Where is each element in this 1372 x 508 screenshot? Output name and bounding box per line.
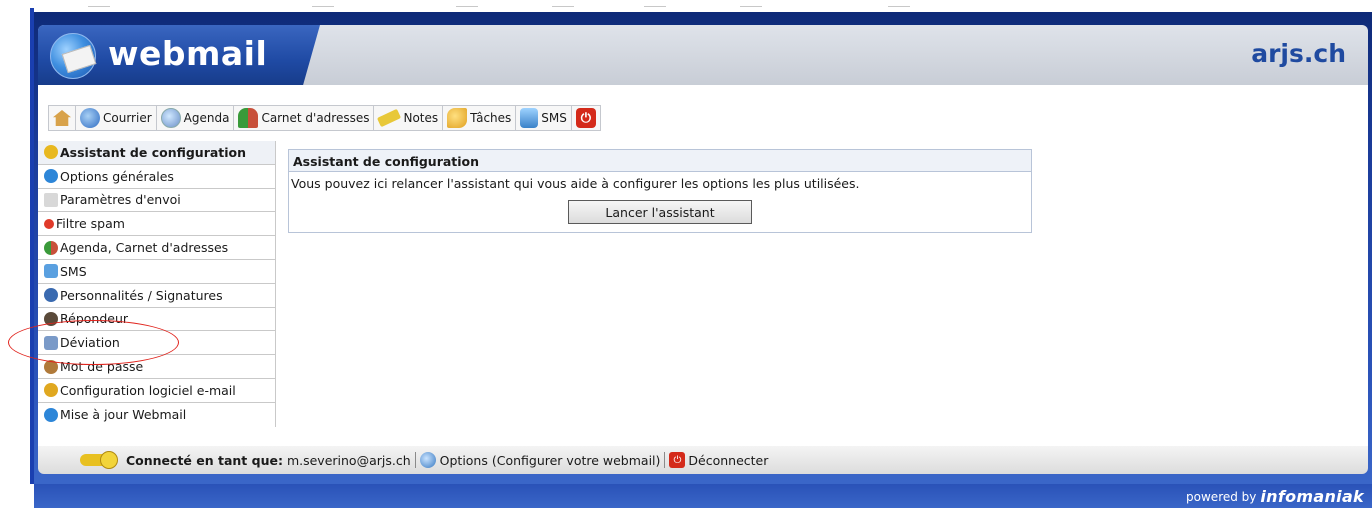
separator: [664, 452, 666, 468]
logout-link[interactable]: Déconnecter: [688, 453, 768, 468]
sms-icon: [44, 264, 58, 279]
sidebar-item-label: SMS: [60, 263, 87, 279]
brand-name: arjs.ch: [1251, 39, 1346, 68]
power-icon: ⏻: [669, 452, 686, 468]
home-icon: [53, 110, 71, 126]
sidebar-item-label: Personnalités / Signatures: [60, 287, 223, 303]
strip-mark: [88, 6, 110, 7]
separator: [414, 452, 416, 468]
sidebar-item-spam[interactable]: Filtre spam: [38, 212, 276, 237]
logo[interactable]: webmail: [38, 25, 320, 85]
strip-mark: [552, 6, 574, 7]
assistant-panel: Assistant de configuration Vous pouvez i…: [288, 149, 1032, 233]
options-icon: [44, 169, 58, 184]
contacts-icon: [238, 108, 259, 128]
toolbar-sms-label: SMS: [541, 111, 567, 125]
strip-mark: [644, 6, 666, 7]
panel-title: Assistant de configuration: [289, 150, 1031, 172]
settings-sidebar: Assistant de configuration Options génér…: [38, 141, 276, 446]
toolbar-row: Courrier Agenda Carnet d'adresses Notes …: [48, 105, 601, 131]
sidebar-item-label: Options générales: [60, 168, 174, 184]
toolbar-agenda-button[interactable]: Agenda: [155, 105, 234, 131]
sidebar-item-assistant[interactable]: Assistant de configuration: [38, 141, 276, 165]
strip-mark: [312, 6, 334, 7]
toolbar: Courrier Agenda Carnet d'adresses Notes …: [38, 85, 1368, 141]
toolbar-tasks-label: Tâches: [470, 111, 512, 125]
email-client-icon: [44, 383, 58, 398]
screen-top-strip: [0, 0, 1372, 12]
toolbar-contacts-label: Carnet d'adresses: [261, 111, 370, 125]
sidebar-item-sms[interactable]: SMS: [38, 259, 276, 284]
wizard-icon: [44, 145, 58, 160]
launch-assistant-button[interactable]: Lancer l'assistant: [568, 200, 752, 224]
spam-icon: [44, 218, 54, 229]
sidebar-item-label: Mise à jour Webmail: [60, 407, 187, 423]
sidebar-item-label: Filtre spam: [56, 216, 125, 232]
footer: powered by infomaniak: [34, 484, 1372, 508]
sidebar-item-label: Paramètres d'envoi: [60, 192, 181, 208]
send-icon: [44, 192, 58, 207]
update-icon: [44, 407, 58, 422]
sidebar-item-options[interactable]: Options générales: [38, 164, 276, 189]
sidebar-item-label: Configuration logiciel e-mail: [60, 382, 236, 398]
toolbar-agenda-label: Agenda: [183, 111, 230, 125]
tasks-icon: [447, 108, 468, 128]
toolbar-home-button[interactable]: [48, 105, 75, 131]
header: webmail arjs.ch: [38, 25, 1368, 85]
power-icon: [575, 108, 596, 128]
options-link[interactable]: Options (Configurer votre webmail): [440, 453, 661, 468]
toolbar-courrier-button[interactable]: Courrier: [75, 105, 156, 131]
provider-logo: infomaniak: [1260, 487, 1364, 506]
sms-icon: [520, 108, 539, 128]
toolbar-contacts-button[interactable]: Carnet d'adresses: [233, 105, 374, 131]
options-icon: [419, 452, 436, 468]
sidebar-item-update[interactable]: Mise à jour Webmail: [38, 402, 276, 427]
sidebar-item-agenda-contacts[interactable]: Agenda, Carnet d'adresses: [38, 236, 276, 260]
powered-by[interactable]: powered by infomaniak: [1186, 487, 1364, 506]
toolbar-notes-label: Notes: [403, 111, 439, 125]
notes-icon: [377, 108, 402, 128]
signature-icon: [44, 288, 58, 303]
powered-by-label: powered by: [1186, 489, 1257, 504]
toolbar-notes-button[interactable]: Notes: [373, 105, 443, 131]
status-bar: Connecté en tant que: m.severino@arjs.ch…: [38, 446, 1368, 474]
toolbar-sms-button[interactable]: SMS: [515, 105, 571, 131]
main-content: Assistant de configuration Vous pouvez i…: [276, 141, 1368, 446]
highlight-annotation: [8, 320, 179, 365]
panel-description: Vous pouvez ici relancer l'assistant qui…: [291, 176, 860, 191]
sidebar-item-email-client[interactable]: Configuration logiciel e-mail: [38, 378, 276, 403]
agenda-contacts-icon: [44, 240, 58, 255]
strip-mark: [740, 6, 762, 7]
sidebar-item-signatures[interactable]: Personnalités / Signatures: [38, 283, 276, 308]
mail-icon: [80, 108, 100, 128]
sidebar-item-label: Agenda, Carnet d'adresses: [60, 240, 229, 256]
toolbar-tasks-button[interactable]: Tâches: [442, 105, 516, 131]
sidebar-item-send-params[interactable]: Paramètres d'envoi: [38, 188, 276, 213]
toolbar-courrier-label: Courrier: [103, 111, 152, 125]
connected-label: Connecté en tant que:: [126, 452, 283, 468]
sidebar-item-label: Assistant de configuration: [60, 144, 247, 160]
agenda-icon: [160, 108, 181, 128]
key-icon: [80, 451, 118, 469]
logo-text: webmail: [108, 34, 268, 73]
strip-mark: [888, 6, 910, 7]
toolbar-logout-button[interactable]: [570, 105, 601, 131]
user-email: m.severino@arjs.ch: [286, 452, 411, 468]
strip-mark: [456, 6, 478, 7]
